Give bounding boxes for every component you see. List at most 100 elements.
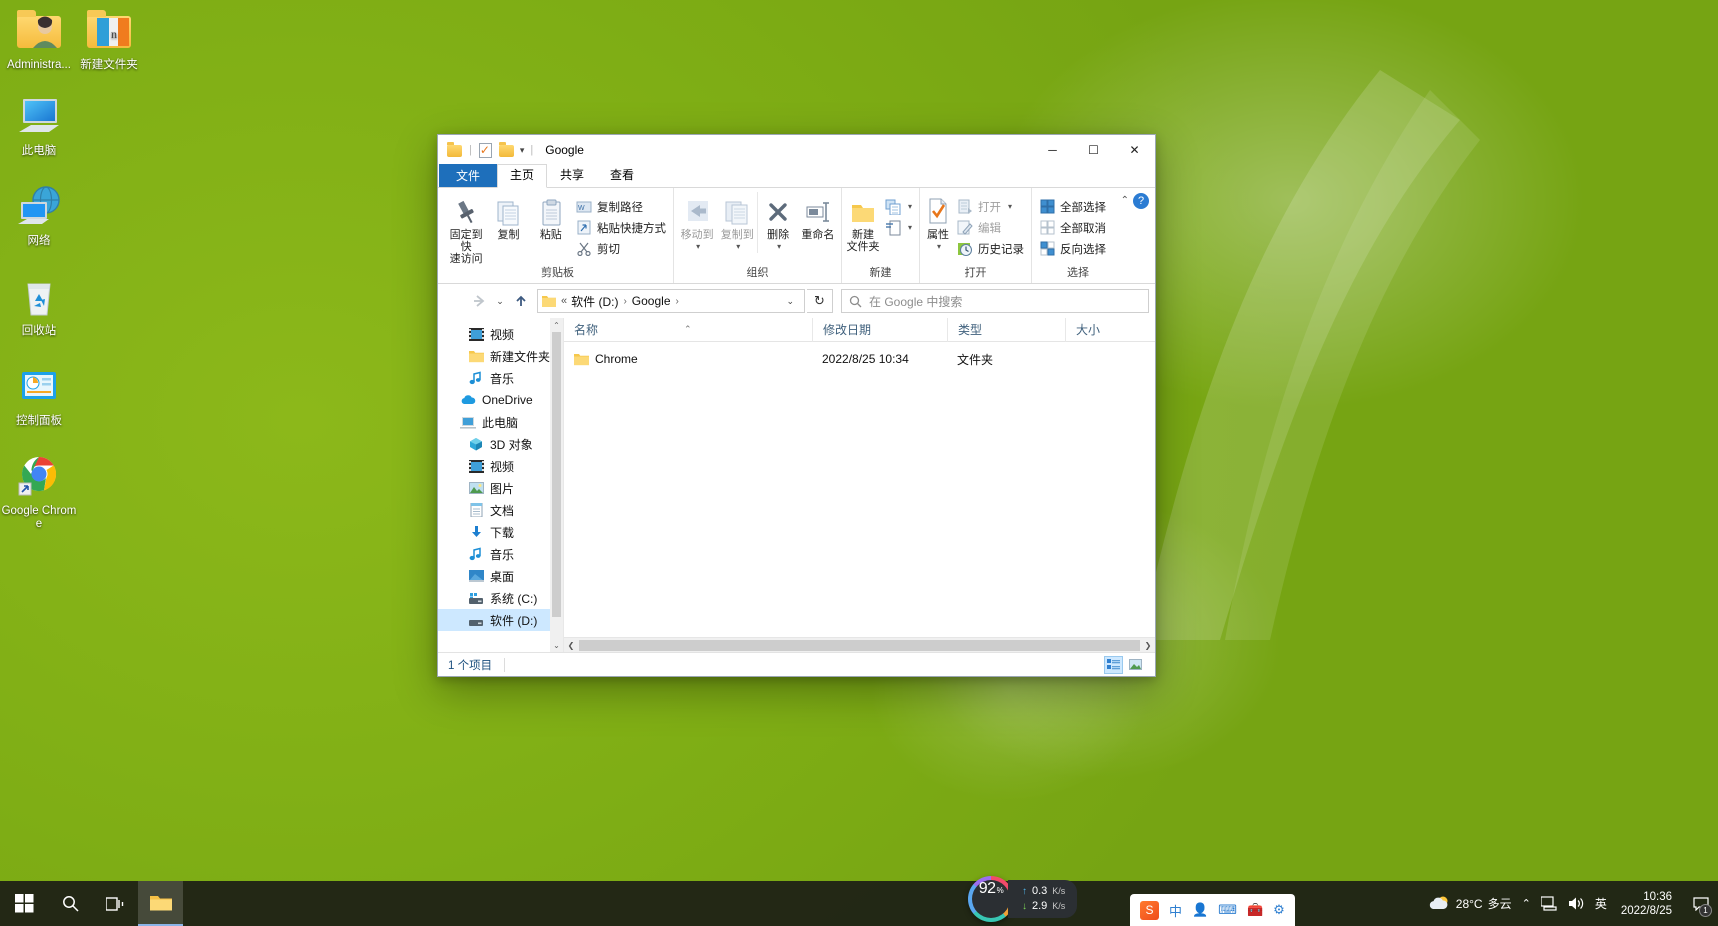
scroll-thumb[interactable]	[552, 332, 561, 617]
chevron-down-icon[interactable]: ▾	[696, 241, 700, 253]
move-to-button[interactable]: 移动到 ▾	[677, 192, 717, 253]
tab-view[interactable]: 查看	[597, 164, 647, 187]
up-arrow-icon[interactable]	[510, 290, 532, 312]
windows-start-icon[interactable]	[0, 881, 48, 926]
desktop-icon-administrator[interactable]: Administra...	[0, 6, 78, 72]
tab-home[interactable]: 主页	[497, 164, 547, 188]
table-row[interactable]: Chrome 2022/8/25 10:34 文件夹	[564, 348, 1155, 370]
paste-shortcut-button[interactable]: 粘贴快捷方式	[572, 217, 670, 238]
chevron-down-icon[interactable]: ▾	[937, 241, 941, 253]
column-header-name[interactable]: 名称 ⌃	[564, 318, 812, 342]
maximize-button[interactable]: ☐	[1073, 135, 1114, 165]
chevron-down-icon[interactable]: ▾	[908, 223, 912, 232]
nav-item-onedrive[interactable]: OneDrive	[438, 389, 563, 411]
nav-scrollbar[interactable]: ⌃ ⌄	[550, 318, 563, 652]
scroll-down-icon[interactable]: ⌄	[550, 638, 563, 652]
chevron-right-icon[interactable]: ›	[623, 296, 626, 307]
column-header-size[interactable]: 大小	[1065, 318, 1130, 342]
tray-expand-icon[interactable]: ⌃	[1522, 897, 1531, 910]
search-icon[interactable]	[48, 881, 93, 926]
pin-to-quick-access-button[interactable]: 固定到快速访问	[445, 192, 487, 265]
select-none-button[interactable]: 全部取消	[1035, 217, 1110, 238]
delete-button[interactable]: 删除 ▾	[757, 192, 797, 253]
performance-widget[interactable]: 92 % ↑ 0.3 K/s ↓ 2.9 K/s	[968, 878, 1077, 920]
window-titlebar[interactable]: | ✓ ▾ | Google ─ ☐ ✕	[438, 135, 1155, 165]
nav-item-music-qa[interactable]: 音乐	[438, 367, 563, 389]
network-tray-icon[interactable]	[1541, 896, 1558, 911]
new-folder-icon[interactable]	[499, 142, 515, 158]
details-view-icon[interactable]	[1104, 656, 1123, 674]
task-view-icon[interactable]	[93, 881, 138, 926]
nav-item-documents[interactable]: 文档	[438, 499, 563, 521]
cut-button[interactable]: 剪切	[572, 238, 670, 259]
nav-item-music[interactable]: 音乐	[438, 543, 563, 565]
paste-button[interactable]: 粘贴	[530, 192, 572, 241]
desktop-icon-new-folder[interactable]: n 新建文件夹	[70, 6, 148, 72]
copy-path-button[interactable]: W 复制路径	[572, 196, 670, 217]
chevron-right-icon[interactable]: ›	[676, 296, 679, 307]
close-button[interactable]: ✕	[1114, 135, 1155, 165]
back-arrow-icon[interactable]: back-arrow-icon	[444, 290, 466, 312]
properties-button[interactable]: 属性 ▾	[923, 192, 953, 253]
nav-item-videos[interactable]: 视频	[438, 455, 563, 477]
ime-indicator[interactable]: 英	[1595, 895, 1607, 912]
scroll-thumb[interactable]	[579, 640, 1140, 651]
select-all-button[interactable]: 全部选择	[1035, 196, 1110, 217]
column-header-date[interactable]: 修改日期	[812, 318, 947, 342]
desktop-icon-control-panel[interactable]: 控制面板	[0, 362, 78, 428]
horizontal-scrollbar[interactable]: ❮ ❯	[564, 637, 1155, 652]
help-icon[interactable]: ?	[1133, 193, 1149, 209]
file-name-cell[interactable]: Chrome	[564, 352, 812, 366]
rename-button[interactable]: 重命名	[798, 192, 838, 241]
scroll-left-icon[interactable]: ❮	[564, 641, 578, 650]
desktop-icon-network[interactable]: 网络	[0, 182, 78, 248]
breadcrumb-item-google[interactable]: Google	[632, 294, 671, 308]
weather-widget[interactable]: 28°C 多云	[1429, 895, 1512, 912]
keyboard-icon[interactable]: ⌨	[1218, 902, 1237, 918]
collapse-ribbon-button[interactable]: ⌃	[1121, 195, 1129, 206]
nav-item-this-pc[interactable]: 此电脑	[438, 411, 563, 433]
ime-icon[interactable]: 中	[1169, 901, 1182, 920]
open-button[interactable]: 打开 ▾	[953, 196, 1028, 217]
breadcrumb-overflow[interactable]: «	[561, 295, 567, 307]
nav-item-3d-objects[interactable]: 3D 对象	[438, 433, 563, 455]
nav-item-videos-qa[interactable]: 视频	[438, 323, 563, 345]
chevron-down-icon[interactable]: ▾	[736, 241, 740, 253]
desktop-icon-recycle-bin[interactable]: 回收站	[0, 272, 78, 338]
chevron-down-icon[interactable]: ▾	[777, 241, 781, 253]
address-dropdown-icon[interactable]: ⌄	[780, 296, 800, 307]
scroll-up-icon[interactable]: ⌃	[550, 318, 563, 332]
desktop-icon-this-pc[interactable]: 此电脑	[0, 92, 78, 158]
chevron-down-icon[interactable]: ▾	[908, 202, 912, 211]
sogou-ime-bar[interactable]: S 中 👤 ⌨ 🧰 ⚙	[1130, 894, 1295, 926]
nav-item-drive-c[interactable]: 系统 (C:)	[438, 587, 563, 609]
tab-file[interactable]: 文件	[439, 164, 497, 187]
file-explorer-icon[interactable]	[138, 881, 183, 926]
refresh-icon[interactable]: ↻	[807, 289, 833, 313]
tab-share[interactable]: 共享	[547, 164, 597, 187]
large-icons-view-icon[interactable]	[1126, 656, 1145, 674]
new-folder-button[interactable]: 新建文件夹	[845, 192, 881, 253]
search-box[interactable]: 在 Google 中搜索	[841, 289, 1149, 313]
invert-selection-button[interactable]: 反向选择	[1035, 238, 1110, 259]
scroll-right-icon[interactable]: ❯	[1141, 641, 1155, 650]
history-button[interactable]: 历史记录	[953, 238, 1028, 259]
folder-icon[interactable]	[447, 142, 463, 158]
breadcrumb[interactable]: « 软件 (D:) › Google › ⌄	[537, 289, 805, 313]
nav-item-pictures[interactable]: 图片	[438, 477, 563, 499]
nav-item-downloads[interactable]: 下载	[438, 521, 563, 543]
desktop-icon-google-chrome[interactable]: Google Chrome	[0, 452, 78, 531]
breadcrumb-item-drive[interactable]: 软件 (D:)	[571, 293, 618, 310]
more-icon[interactable]: ⚙	[1273, 902, 1285, 918]
volume-icon[interactable]	[1568, 896, 1585, 911]
forward-arrow-icon[interactable]	[468, 290, 490, 312]
new-item-button[interactable]: ▾	[881, 196, 916, 217]
minimize-button[interactable]: ─	[1032, 135, 1073, 165]
taskbar-clock[interactable]: 10:36 2022/8/25	[1617, 890, 1680, 918]
action-center-icon[interactable]: 1	[1690, 881, 1712, 926]
edit-button[interactable]: 编辑	[953, 217, 1028, 238]
search-input[interactable]: 在 Google 中搜索	[869, 293, 962, 310]
nav-item-drive-d[interactable]: 软件 (D:)	[438, 609, 563, 631]
person-icon[interactable]: 👤	[1192, 902, 1208, 918]
recent-locations-icon[interactable]: ⌄	[492, 290, 508, 312]
